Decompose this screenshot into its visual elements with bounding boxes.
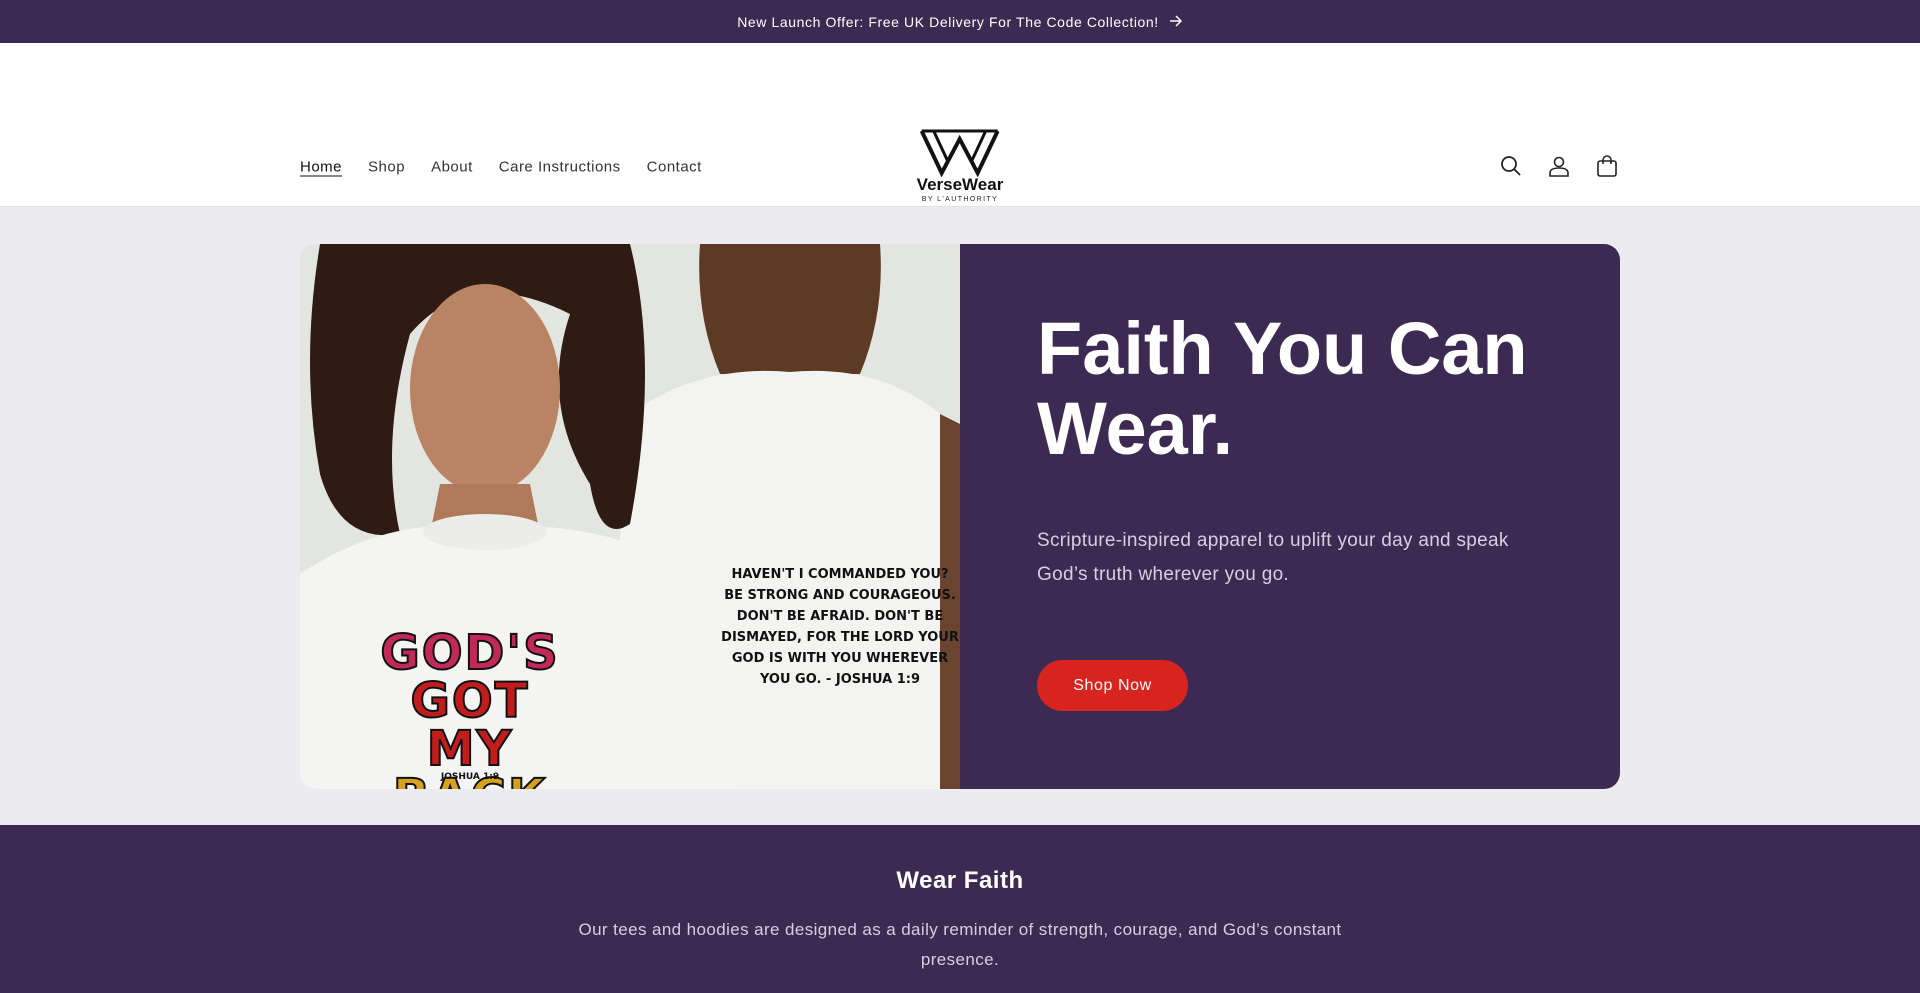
site-header: Home Shop About Care Instructions Contac… bbox=[0, 43, 1920, 207]
account-icon[interactable] bbox=[1546, 153, 1572, 179]
wear-faith-section: Wear Faith Our tees and hoodies are desi… bbox=[0, 825, 1920, 993]
shirt-front-line-2: GOT MY bbox=[410, 673, 530, 777]
nav-about[interactable]: About bbox=[431, 159, 473, 176]
shop-now-button[interactable]: Shop Now bbox=[1037, 660, 1188, 711]
shirt-front-line-1: GOD'S bbox=[379, 625, 560, 681]
hero-title: Faith You Can Wear. bbox=[1037, 307, 1528, 470]
nav-shop[interactable]: Shop bbox=[368, 159, 405, 176]
header-icons bbox=[1498, 153, 1620, 179]
section-description: Our tees and hoodies are designed as a d… bbox=[578, 920, 1342, 969]
section-title: Wear Faith bbox=[896, 867, 1024, 894]
main-nav: Home Shop About Care Instructions Contac… bbox=[300, 159, 702, 176]
nav-home[interactable]: Home bbox=[300, 159, 342, 176]
hero-section: HAVEN'T I COMMANDED YOU? BE STRONG AND C… bbox=[0, 207, 1920, 825]
nav-care-instructions[interactable]: Care Instructions bbox=[499, 159, 621, 176]
announcement-bar: New Launch Offer: Free UK Delivery For T… bbox=[0, 0, 1920, 43]
shirt-front-print: GOD'S GOT MY BACK bbox=[360, 625, 580, 789]
nav-contact[interactable]: Contact bbox=[647, 159, 702, 176]
logo-mark-icon bbox=[920, 129, 1000, 177]
announcement-link[interactable]: New Launch Offer: Free UK Delivery For T… bbox=[737, 14, 1183, 30]
cart-icon[interactable] bbox=[1594, 153, 1620, 179]
arrow-right-icon bbox=[1169, 14, 1183, 30]
hero-banner: HAVEN'T I COMMANDED YOU? BE STRONG AND C… bbox=[300, 244, 1620, 789]
announcement-text: New Launch Offer: Free UK Delivery For T… bbox=[737, 13, 1159, 30]
logo-wordmark: VerseWear bbox=[916, 175, 1004, 194]
hero-content: Faith You Can Wear. Scripture-inspired a… bbox=[960, 244, 1620, 789]
shirt-front-reference: JOSHUA 1:9 bbox=[440, 772, 500, 782]
shirt-back-verse: HAVEN'T I COMMANDED YOU? BE STRONG AND C… bbox=[721, 567, 959, 687]
site-logo[interactable]: VerseWear BY L'AUTHORITY bbox=[916, 127, 1004, 203]
logo-subtitle: BY L'AUTHORITY bbox=[921, 196, 999, 203]
search-icon[interactable] bbox=[1498, 153, 1524, 179]
hero-image: HAVEN'T I COMMANDED YOU? BE STRONG AND C… bbox=[300, 244, 960, 789]
hero-subtitle: Scripture-inspired apparel to uplift you… bbox=[1037, 530, 1509, 585]
